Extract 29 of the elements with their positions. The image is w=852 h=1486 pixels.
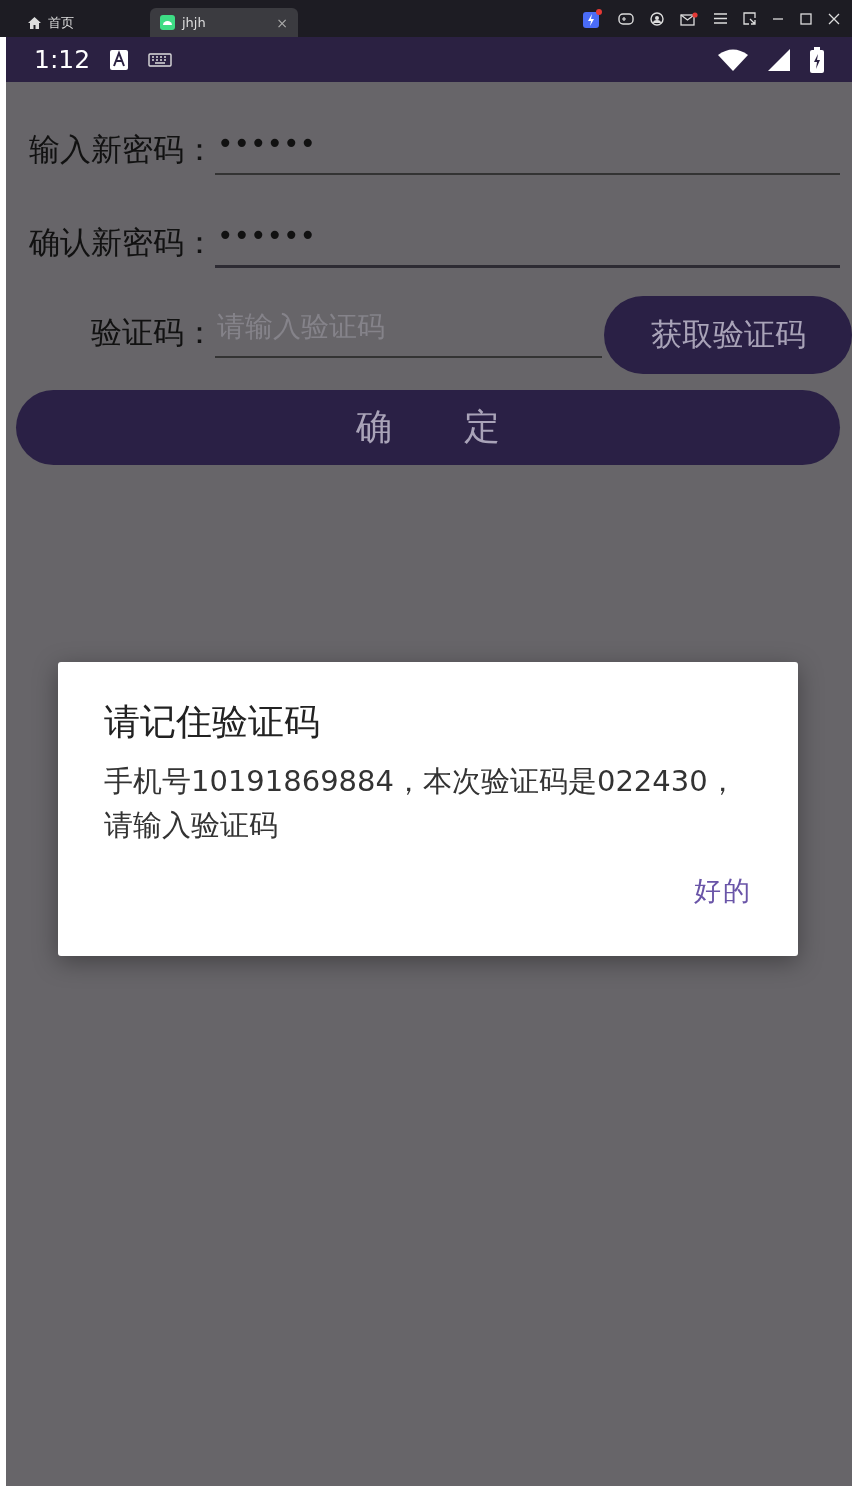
input-field[interactable]: ••••••: [215, 218, 840, 268]
keyboard-icon: [148, 52, 173, 67]
close-icon[interactable]: [828, 12, 840, 25]
field-label: 确认新密码：: [28, 223, 215, 262]
status-time: 1:12: [34, 45, 91, 74]
maximize-icon[interactable]: [800, 12, 812, 25]
emulator-tab[interactable]: 首页: [18, 8, 138, 37]
field-label: 输入新密码：: [28, 130, 215, 169]
mail-icon[interactable]: [680, 11, 698, 26]
dialog-title: 请记住验证码: [104, 700, 321, 744]
android-icon: [160, 15, 175, 30]
gamepad-icon[interactable]: [618, 12, 634, 25]
lightning-app-icon[interactable]: [582, 8, 602, 29]
home-icon: [28, 16, 41, 29]
signal-icon: [768, 48, 790, 71]
get-code-button[interactable]: 获取验证码: [604, 296, 852, 374]
user-icon[interactable]: [650, 11, 664, 26]
dialog-message: 手机号10191869884，本次验证码是022430，请输入验证码: [104, 763, 738, 844]
text-a-icon: [110, 49, 129, 70]
emulator-tab[interactable]: jhjh ×: [150, 8, 298, 37]
window-icon[interactable]: [743, 12, 756, 25]
confirm-button[interactable]: 确 定: [16, 390, 840, 465]
close-tab-button[interactable]: ×: [276, 14, 288, 31]
battery-icon: [810, 46, 824, 73]
wifi-icon: [718, 48, 748, 71]
input-field[interactable]: ••••••: [215, 125, 840, 175]
field-label: 验证码：: [90, 313, 215, 352]
menu-icon[interactable]: [714, 13, 727, 24]
ok-button[interactable]: 好的: [694, 873, 752, 909]
